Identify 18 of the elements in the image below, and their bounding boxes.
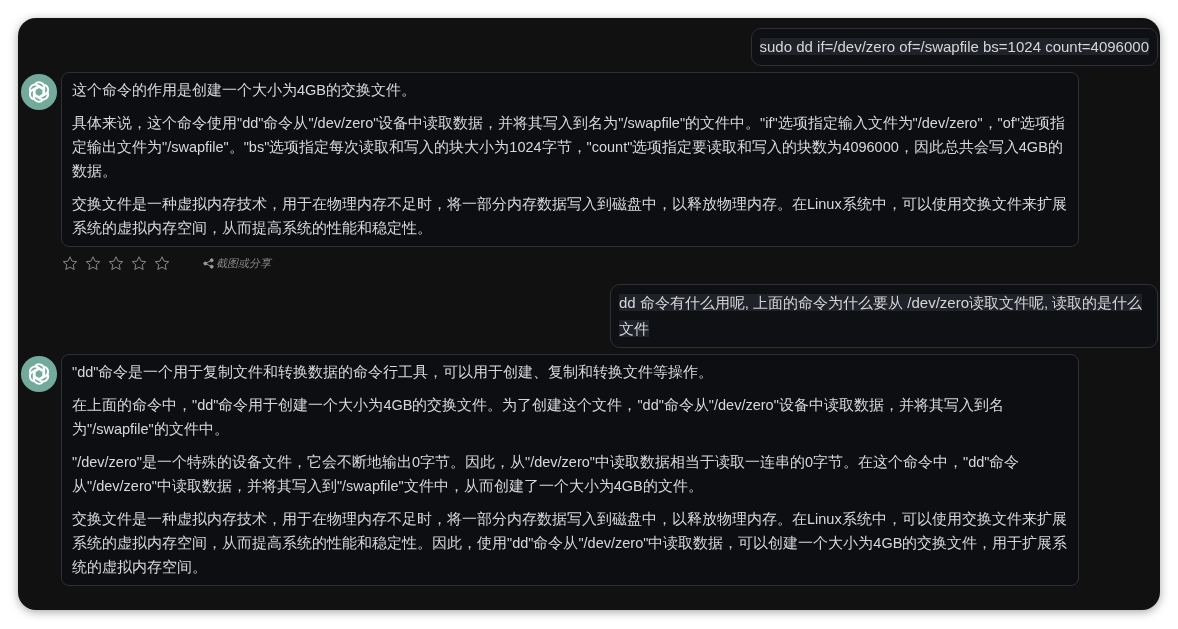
star-icon[interactable] [84,255,102,272]
answer-paragraph: 在上面的命令中，"dd"命令用于创建一个大小为4GB的交换文件。为了创建这个文件，"dd"命令从"/dev/zero"设备中读取数据，并将其写入到名为"/swapfile"的文件中。 [72,396,1005,439]
share-icon [203,258,214,269]
answer-paragraph: 具体来说，这个命令使用"dd"命令从"/dev/zero"设备中读取数据，并将其写入到名为"/swapfile"的文件中。"if"选项指定输入文件为"/dev/zero"，"of"选项指定输出文件为"/swapfile"。"bs"选项指定每次读取和写入的块大小为1024字节，"count"选项指定要读取和写入的块数为4096000，因此总共会写入4GB的数据。 [72,114,1066,181]
assistant-avatar [20,73,58,111]
user-message: dd 命令有什么用呢, 上面的命令为什么要从 /dev/zero读取文件呢, 读取的是什么文件 [610,284,1158,348]
star-icon[interactable] [107,255,125,272]
star-icon[interactable] [61,255,79,272]
share-link[interactable]: 截图或分享 [203,256,271,271]
assistant-avatar [20,355,58,393]
star-icon[interactable] [130,255,148,272]
star-icon[interactable] [153,255,171,272]
answer-paragraph: 交换文件是一种虚拟内存技术，用于在物理内存不足时，将一部分内存数据写入到磁盘中，以释放物理内存。在Linux系统中，可以使用交换文件来扩展系统的虚拟内存空间，从而提高系统的性能和稳定性。 [72,195,1068,238]
user-message: sudo dd if=/dev/zero of=/swapfile bs=1024 count=4096000 [750,28,1158,66]
answer-paragraph: "/dev/zero"是一个特殊的设备文件，它会不断地输出0字节。因此，从"/dev/zero"中读取数据相当于读取一连串的0字节。在这个命令中，"dd"命令从"/dev/zero"中读取数据，并将其写入到"/swapfile"文件中，从而创建了一个大小为4GB的文件。 [72,453,1021,496]
answer-paragraph: 交换文件是一种虚拟内存技术，用于在物理内存不足时，将一部分内存数据写入到磁盘中，以释放物理内存。在Linux系统中，可以使用交换文件来扩展系统的虚拟内存空间，从而提高系统的性能和稳定性。因此，使用"dd"命令从"/dev/zero"中读取数据，可以创建一个大小为4GB的交换文件，用于扩展系统的虚拟内存空间。 [72,510,1068,577]
answer-paragraph: 这个命令的作用是创建一个大小为4GB的交换文件。 [72,81,417,100]
answer-paragraph: "dd"命令是一个用于复制文件和转换数据的命令行工具，可以用于创建、复制和转换文件等操作。 [72,363,715,382]
